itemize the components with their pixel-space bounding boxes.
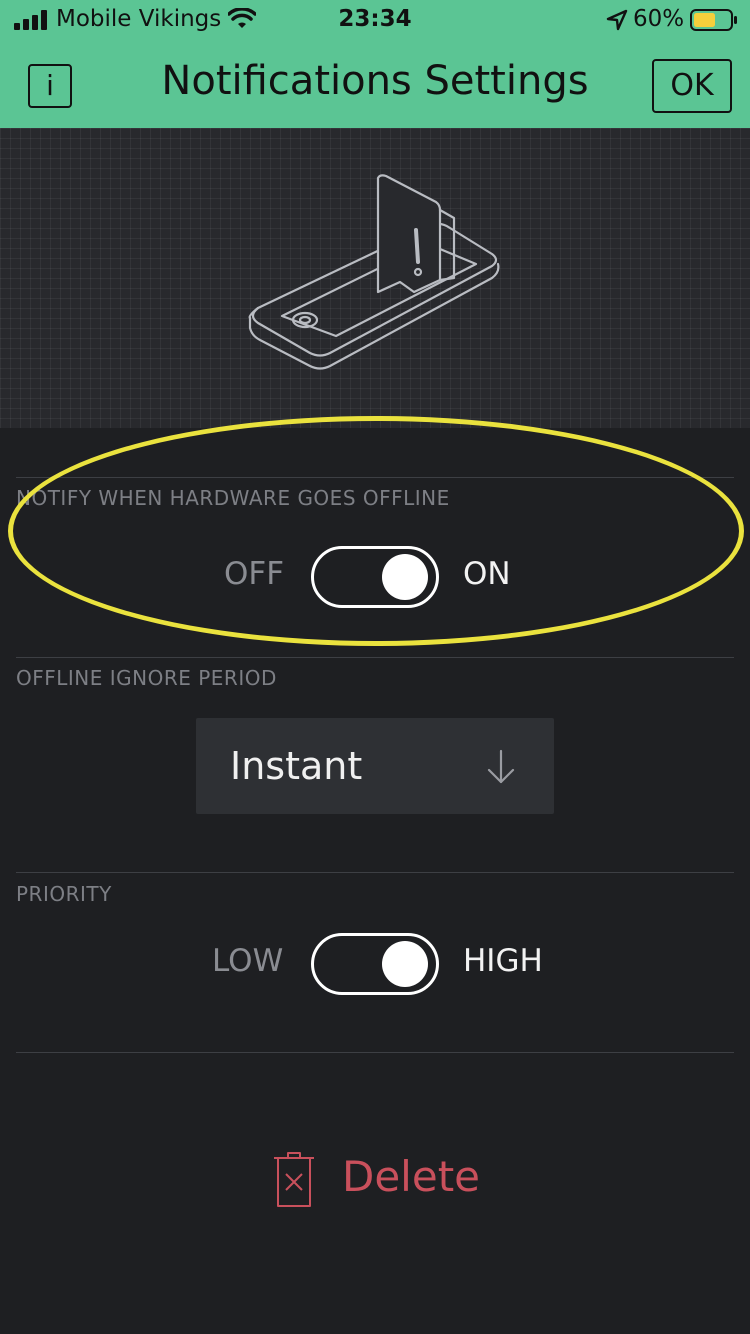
page-title: Notifications Settings	[161, 58, 589, 104]
signal-icon	[14, 10, 47, 30]
notify-offline-toggle[interactable]	[311, 546, 439, 608]
notify-off-label[interactable]: OFF	[224, 556, 284, 592]
toggle-knob	[382, 941, 428, 987]
header-bar: Mobile Vikings 23:34 60% i Notifications…	[0, 0, 750, 128]
arrow-down-icon	[487, 749, 515, 784]
highlight-ellipse	[8, 416, 744, 646]
info-button[interactable]: i	[28, 64, 72, 108]
divider	[16, 1052, 734, 1053]
location-arrow-icon	[606, 9, 628, 31]
ignore-period-select[interactable]: Instant	[196, 718, 554, 814]
illustration-area	[0, 128, 750, 428]
status-bar: Mobile Vikings 23:34 60%	[0, 0, 750, 40]
priority-section-label: PRIORITY	[16, 882, 112, 906]
wifi-icon	[228, 8, 256, 28]
battery-icon	[690, 9, 737, 31]
priority-toggle[interactable]	[311, 933, 439, 995]
ignore-period-value: Instant	[230, 744, 363, 788]
priority-high-label[interactable]: HIGH	[463, 943, 543, 979]
notify-offline-section-label: NOTIFY WHEN HARDWARE GOES OFFLINE	[16, 486, 450, 510]
carrier-name: Mobile Vikings	[56, 6, 222, 32]
delete-button[interactable]: Delete	[268, 1150, 488, 1212]
divider	[16, 872, 734, 873]
divider	[16, 477, 734, 478]
toggle-knob	[382, 554, 428, 600]
phone-notification-icon	[248, 174, 500, 370]
divider	[16, 657, 734, 658]
delete-label: Delete	[342, 1152, 480, 1201]
ignore-period-section-label: OFFLINE IGNORE PERIOD	[16, 666, 277, 690]
priority-low-label[interactable]: LOW	[212, 943, 283, 979]
notify-on-label[interactable]: ON	[463, 556, 511, 592]
trash-icon	[274, 1152, 314, 1207]
battery-percent: 60%	[633, 6, 685, 32]
ok-button[interactable]: OK	[652, 59, 732, 113]
